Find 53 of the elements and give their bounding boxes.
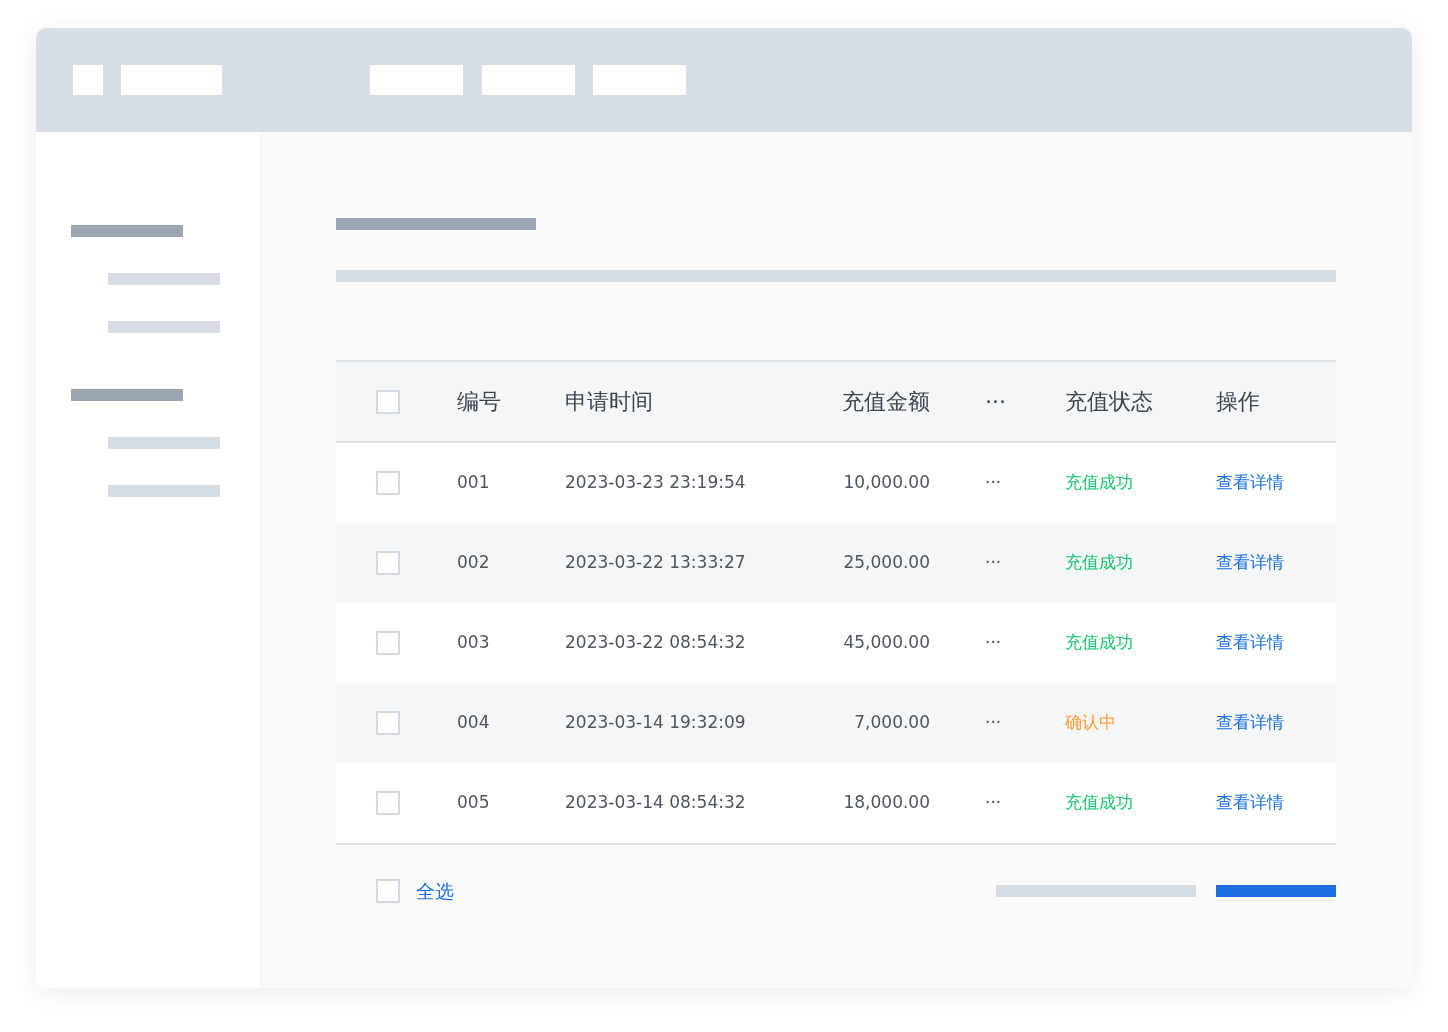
more-text: ··· <box>985 631 1003 655</box>
status-text: 充值成功 <box>1065 631 1134 655</box>
table-cell-text: 18,000.00 <box>843 791 930 815</box>
table-cell-text: 005 <box>457 791 491 815</box>
table-cell-text: 7,000.00 <box>854 711 930 735</box>
table-cell-text: 004 <box>457 711 491 735</box>
nav-placeholder[interactable] <box>370 65 463 95</box>
nav-placeholder[interactable] <box>593 65 686 95</box>
column-header: 申请时间 <box>565 388 654 416</box>
table-cell-text: 2023-03-23 23:19:54 <box>565 471 747 495</box>
status-text: 充值成功 <box>1065 791 1134 815</box>
table-cell-text: 2023-03-14 08:54:32 <box>565 791 747 815</box>
table-cell-text: 2023-03-22 08:54:32 <box>565 631 747 655</box>
checkbox[interactable] <box>376 389 400 414</box>
table-cell-text: 001 <box>457 471 491 495</box>
checkbox[interactable] <box>376 711 400 735</box>
status-text: 确认中 <box>1065 711 1117 735</box>
checkbox[interactable] <box>376 631 400 655</box>
select-all-link[interactable]: 全选 <box>416 877 454 906</box>
more-text: ··· <box>985 551 1003 575</box>
more-text: ··· <box>985 471 1003 495</box>
table-cell-text: 003 <box>457 631 491 655</box>
checkbox[interactable] <box>376 551 400 575</box>
details-link[interactable]: 查看详情 <box>1216 630 1284 656</box>
status-text: 充值成功 <box>1065 471 1134 495</box>
sidebar-item-placeholder[interactable] <box>108 321 220 333</box>
sidebar-item-placeholder[interactable] <box>108 273 220 285</box>
more-text: ··· <box>985 711 1003 735</box>
details-link[interactable]: 查看详情 <box>1216 470 1284 496</box>
column-header: 编号 <box>457 388 502 416</box>
column-header: 充值金额 <box>842 388 930 416</box>
details-link[interactable]: 查看详情 <box>1216 710 1284 736</box>
table-cell-text: 10,000.00 <box>843 471 930 495</box>
table-cell-text: 002 <box>457 551 491 575</box>
action-button-placeholder[interactable] <box>1216 885 1336 898</box>
column-header: 充值状态 <box>1065 388 1154 416</box>
status-text: 充值成功 <box>1065 551 1134 575</box>
table-cell-text: 25,000.00 <box>843 551 930 575</box>
table-cell-text: 2023-03-14 19:32:09 <box>565 711 747 735</box>
checkbox[interactable] <box>376 471 400 495</box>
table-cell-text: 45,000.00 <box>843 631 930 655</box>
column-header: ··· <box>985 388 1007 416</box>
sidebar-item-placeholder[interactable] <box>108 437 220 449</box>
nav-placeholder[interactable] <box>482 65 575 95</box>
table-cell-text: 2023-03-22 13:33:27 <box>565 551 747 575</box>
details-link[interactable]: 查看详情 <box>1216 550 1284 576</box>
checkbox[interactable] <box>376 879 400 904</box>
details-link[interactable]: 查看详情 <box>1216 790 1284 816</box>
logo-placeholder <box>73 65 103 95</box>
column-header: 操作 <box>1216 388 1261 416</box>
checkbox[interactable] <box>376 791 400 815</box>
more-text: ··· <box>985 791 1003 815</box>
sidebar-item-placeholder[interactable] <box>108 485 220 497</box>
